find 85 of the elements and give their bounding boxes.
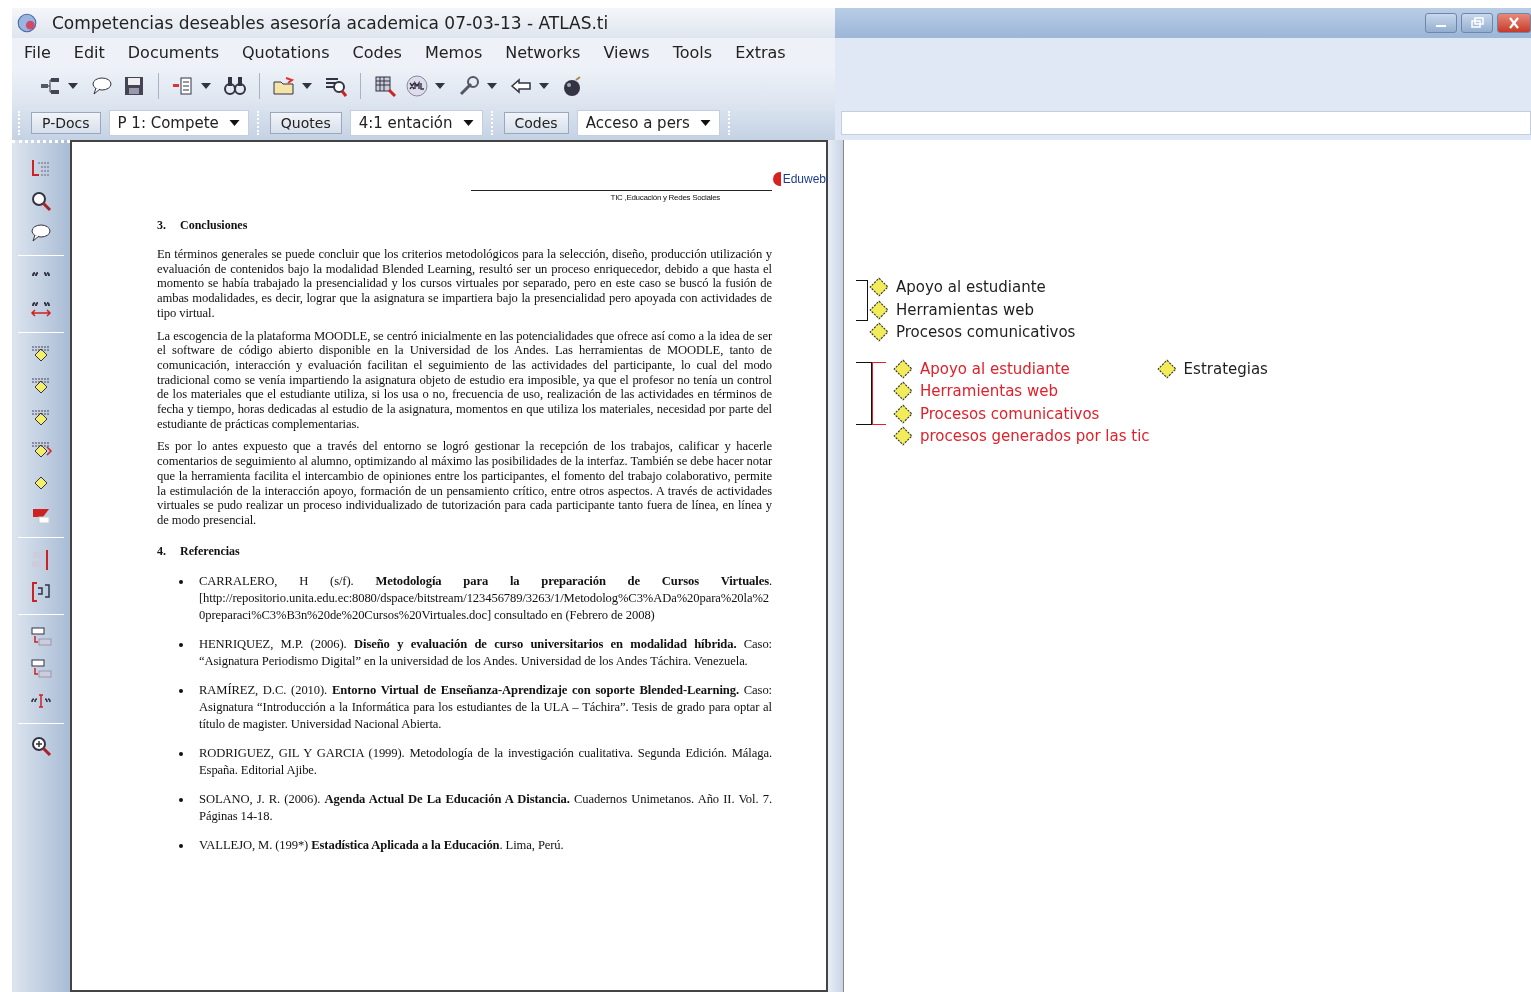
code-icon bbox=[1155, 357, 1178, 380]
box-arrow-icon[interactable] bbox=[29, 625, 53, 649]
box-arrow-icon[interactable] bbox=[29, 657, 53, 681]
reference-entry: VALLEJO, M. (199*) Estadística Aplicada a la Educación. Lima, Perú. bbox=[199, 836, 564, 854]
code-label[interactable]: Procesos comunicativos bbox=[920, 404, 1100, 423]
minimize-button[interactable] bbox=[1425, 13, 1457, 33]
binoculars-icon[interactable] bbox=[223, 74, 247, 98]
code-icon bbox=[892, 380, 914, 403]
code-label[interactable]: Apoyo al estudiante bbox=[920, 359, 1070, 378]
list-button[interactable]: P-Docs bbox=[31, 112, 101, 134]
list-button[interactable]: Quotes bbox=[269, 112, 342, 134]
code-icon bbox=[868, 321, 890, 344]
xml-icon[interactable] bbox=[405, 74, 429, 98]
bullet-icon bbox=[179, 843, 183, 848]
menu-item[interactable]: Documents bbox=[127, 42, 219, 62]
menu-item[interactable]: Extras bbox=[735, 42, 786, 62]
speech-bubble-icon[interactable] bbox=[29, 221, 53, 245]
list-button[interactable]: Codes bbox=[503, 112, 569, 134]
code-icon bbox=[868, 276, 890, 299]
save-icon[interactable] bbox=[122, 74, 146, 98]
menu-item[interactable]: Memos bbox=[424, 42, 483, 62]
menu-item[interactable]: Tools bbox=[672, 42, 713, 62]
speech-bubble-icon[interactable] bbox=[90, 74, 114, 98]
caret-icon[interactable] bbox=[487, 83, 497, 89]
bracket-icon[interactable] bbox=[29, 580, 53, 604]
section-heading: Referencias bbox=[180, 543, 240, 559]
code-label[interactable]: Procesos comunicativos bbox=[896, 323, 1076, 342]
input-field[interactable] bbox=[841, 111, 1531, 135]
dropdown[interactable]: 4:1 entación bbox=[349, 110, 483, 136]
bullet-icon bbox=[179, 688, 183, 693]
reference-entry: RODRIGUEZ, GIL Y GARCIA (1999). Metodología de la investigación cualitativa. Segunda Edición. Málaga. España. Editorial Ajibe. bbox=[199, 744, 772, 779]
bracket-line bbox=[872, 361, 886, 380]
bullet-icon bbox=[179, 797, 183, 802]
caret-icon[interactable] bbox=[302, 83, 312, 89]
wrench-icon[interactable] bbox=[457, 74, 481, 98]
splitter[interactable] bbox=[828, 140, 844, 992]
list-icon[interactable] bbox=[171, 74, 195, 98]
caret-icon[interactable] bbox=[435, 83, 445, 89]
bullet-icon bbox=[179, 751, 183, 756]
reference-entry: HENRIQUEZ, M.P. (2006). Diseño y evaluación de curso universitarios en modalidad híbrida. Caso: “Asignatura Periodismo Digital” en la universidad de los Andes. Universidad de los Andes Táchira. Venezuela. bbox=[199, 635, 772, 670]
bullet-icon bbox=[179, 579, 183, 584]
window-title: Competencias deseables asesoría academica 07-03-13 - ATLAS.ti bbox=[52, 13, 609, 33]
code-label[interactable]: Herramientas web bbox=[896, 300, 1034, 319]
close-button[interactable] bbox=[1497, 13, 1531, 33]
caret-icon[interactable] bbox=[539, 83, 549, 89]
code-label[interactable]: Apoyo al estudiante bbox=[896, 278, 1046, 297]
code-label[interactable]: procesos generados por las tic bbox=[920, 427, 1150, 446]
folder-icon[interactable] bbox=[272, 74, 296, 98]
dropdown[interactable]: P 1: Compete bbox=[108, 110, 249, 136]
reference-entry: SOLANO, J. R. (2006). Agenda Actual De La Educación A Distancia. Cuadernos Unimetanos. Año II. Vol. 7. Páginas 14-18. bbox=[199, 790, 772, 825]
paragraph: En términos generales se puede concluir que los criterios metodológicos para la selección, diseño, producción utilización y evaluación de contenidos bajo la modalidad Blended Learning, resultó ser un proceso enriquecedor, debido a que hasta el momento se había trabajado la presencialidad y los cursos virtuales por separado, pero en este caso se buscó la fusión de ambas modalidades, es decir, lograr que la asignatura se impartiera bajo la presencialidad pero apoyada con actividades de tipo virtual. bbox=[157, 247, 772, 321]
caret-icon[interactable] bbox=[68, 83, 78, 89]
menu-item[interactable]: File bbox=[24, 42, 51, 62]
menu-item[interactable]: Codes bbox=[352, 42, 402, 62]
caret-icon bbox=[228, 120, 240, 126]
menu-item[interactable]: Edit bbox=[73, 42, 105, 62]
bracket-line bbox=[872, 402, 886, 425]
dropdown[interactable]: Acceso a pers bbox=[576, 110, 720, 136]
paragraph: La escogencia de la plataforma MOODLE, se centró inicialmente en las potencialidades que ofrece así como a la idea de ser el software de código abierto disponible en la Universidad de los Andes. Las herramientas de MOODLE, tanto de comunicación, interacción y evaluación facilitan el seguimiento de las actividades del participante, lo cual del modo tradicional como se venía impartiendo la asignatura objeto de estudio era imposible, ya que el profesor no tenía un control de los materiales que el estudiante utiliza, si los usa o no, frecuencia de uso, realización de las actividades en términos de fecha y tiempo, horas dedicadas al estudio de la asignatura, momentos en que utiliza los materiales, necesidad por parte del estudiante de prácticas complementarias. bbox=[157, 328, 772, 432]
menu-item[interactable]: Quotations bbox=[242, 42, 330, 62]
search-icon[interactable] bbox=[29, 189, 53, 213]
grid-icon[interactable] bbox=[373, 74, 397, 98]
page-header: TIC ,Educación y Redes Sociales bbox=[470, 190, 772, 202]
code-icon bbox=[868, 298, 890, 321]
menu-item[interactable]: Views bbox=[603, 42, 650, 62]
section-number: 4. bbox=[157, 543, 166, 559]
caret-icon bbox=[462, 120, 474, 126]
code-label[interactable]: Estrategias bbox=[1183, 359, 1268, 378]
app-logo-icon bbox=[16, 12, 38, 34]
section-heading: Conclusiones bbox=[180, 218, 248, 233]
caret-icon[interactable] bbox=[201, 83, 211, 89]
caret-icon bbox=[699, 120, 711, 126]
bullet-icon bbox=[179, 642, 183, 647]
section-number: 3. bbox=[157, 218, 166, 233]
menu-item[interactable]: Networks bbox=[505, 42, 581, 62]
reference-entry: RAMÍREZ, D.C. (2010). Entorno Virtual de Enseñanza-Aprendizaje con soporte Blended-Learning. Caso: Asignatura “Introducción a la Informática para los estudiantes de la ULA – Táchira”. Tesis de grado para optar al título de magister. Universidad Nacional Abierta. bbox=[199, 681, 772, 733]
zoom-icon[interactable] bbox=[29, 734, 53, 758]
code-icon bbox=[892, 425, 914, 448]
code-icon bbox=[892, 402, 914, 425]
minimize-icon bbox=[1436, 25, 1446, 27]
code-icon bbox=[892, 357, 914, 380]
paragraph: Es por lo antes expuesto que a través del entorno se logró gestionar la recepción de los trabajos, calificar y hacerle comentarios de seguimiento al alumno, optimizando al máximo las posibilidades de la interfaz. También se debe hacer notar que la herramienta facilita el intercambio de opiniones entre los participantes, el fomento del trabajo colaborativo, permite la estimulación de la interacción apoyo, formación de un pensamiento crítico, entre otros aspectos. A través de actividades virtuales se pudo realizar un proceso individualizado de tutorización para cada participante tanto fuera de línea, en línea y de modo presencial. bbox=[157, 439, 772, 528]
restore-button[interactable] bbox=[1461, 13, 1493, 33]
code-label[interactable]: Herramientas web bbox=[920, 382, 1058, 401]
reference-entry: CARRALERO, H (s/f). Metodología para la preparación de Cursos Virtuales. [http://repositorio.unita.edu.ec:8080/dspace/bitstream/123456789/3263/1/Metodolog%C3%ADa%20para%20la%20preparaci%C3%B3n%20de%20Cursos%20Virtuales.doc] consultado en (Febrero de 2008) bbox=[199, 572, 772, 624]
